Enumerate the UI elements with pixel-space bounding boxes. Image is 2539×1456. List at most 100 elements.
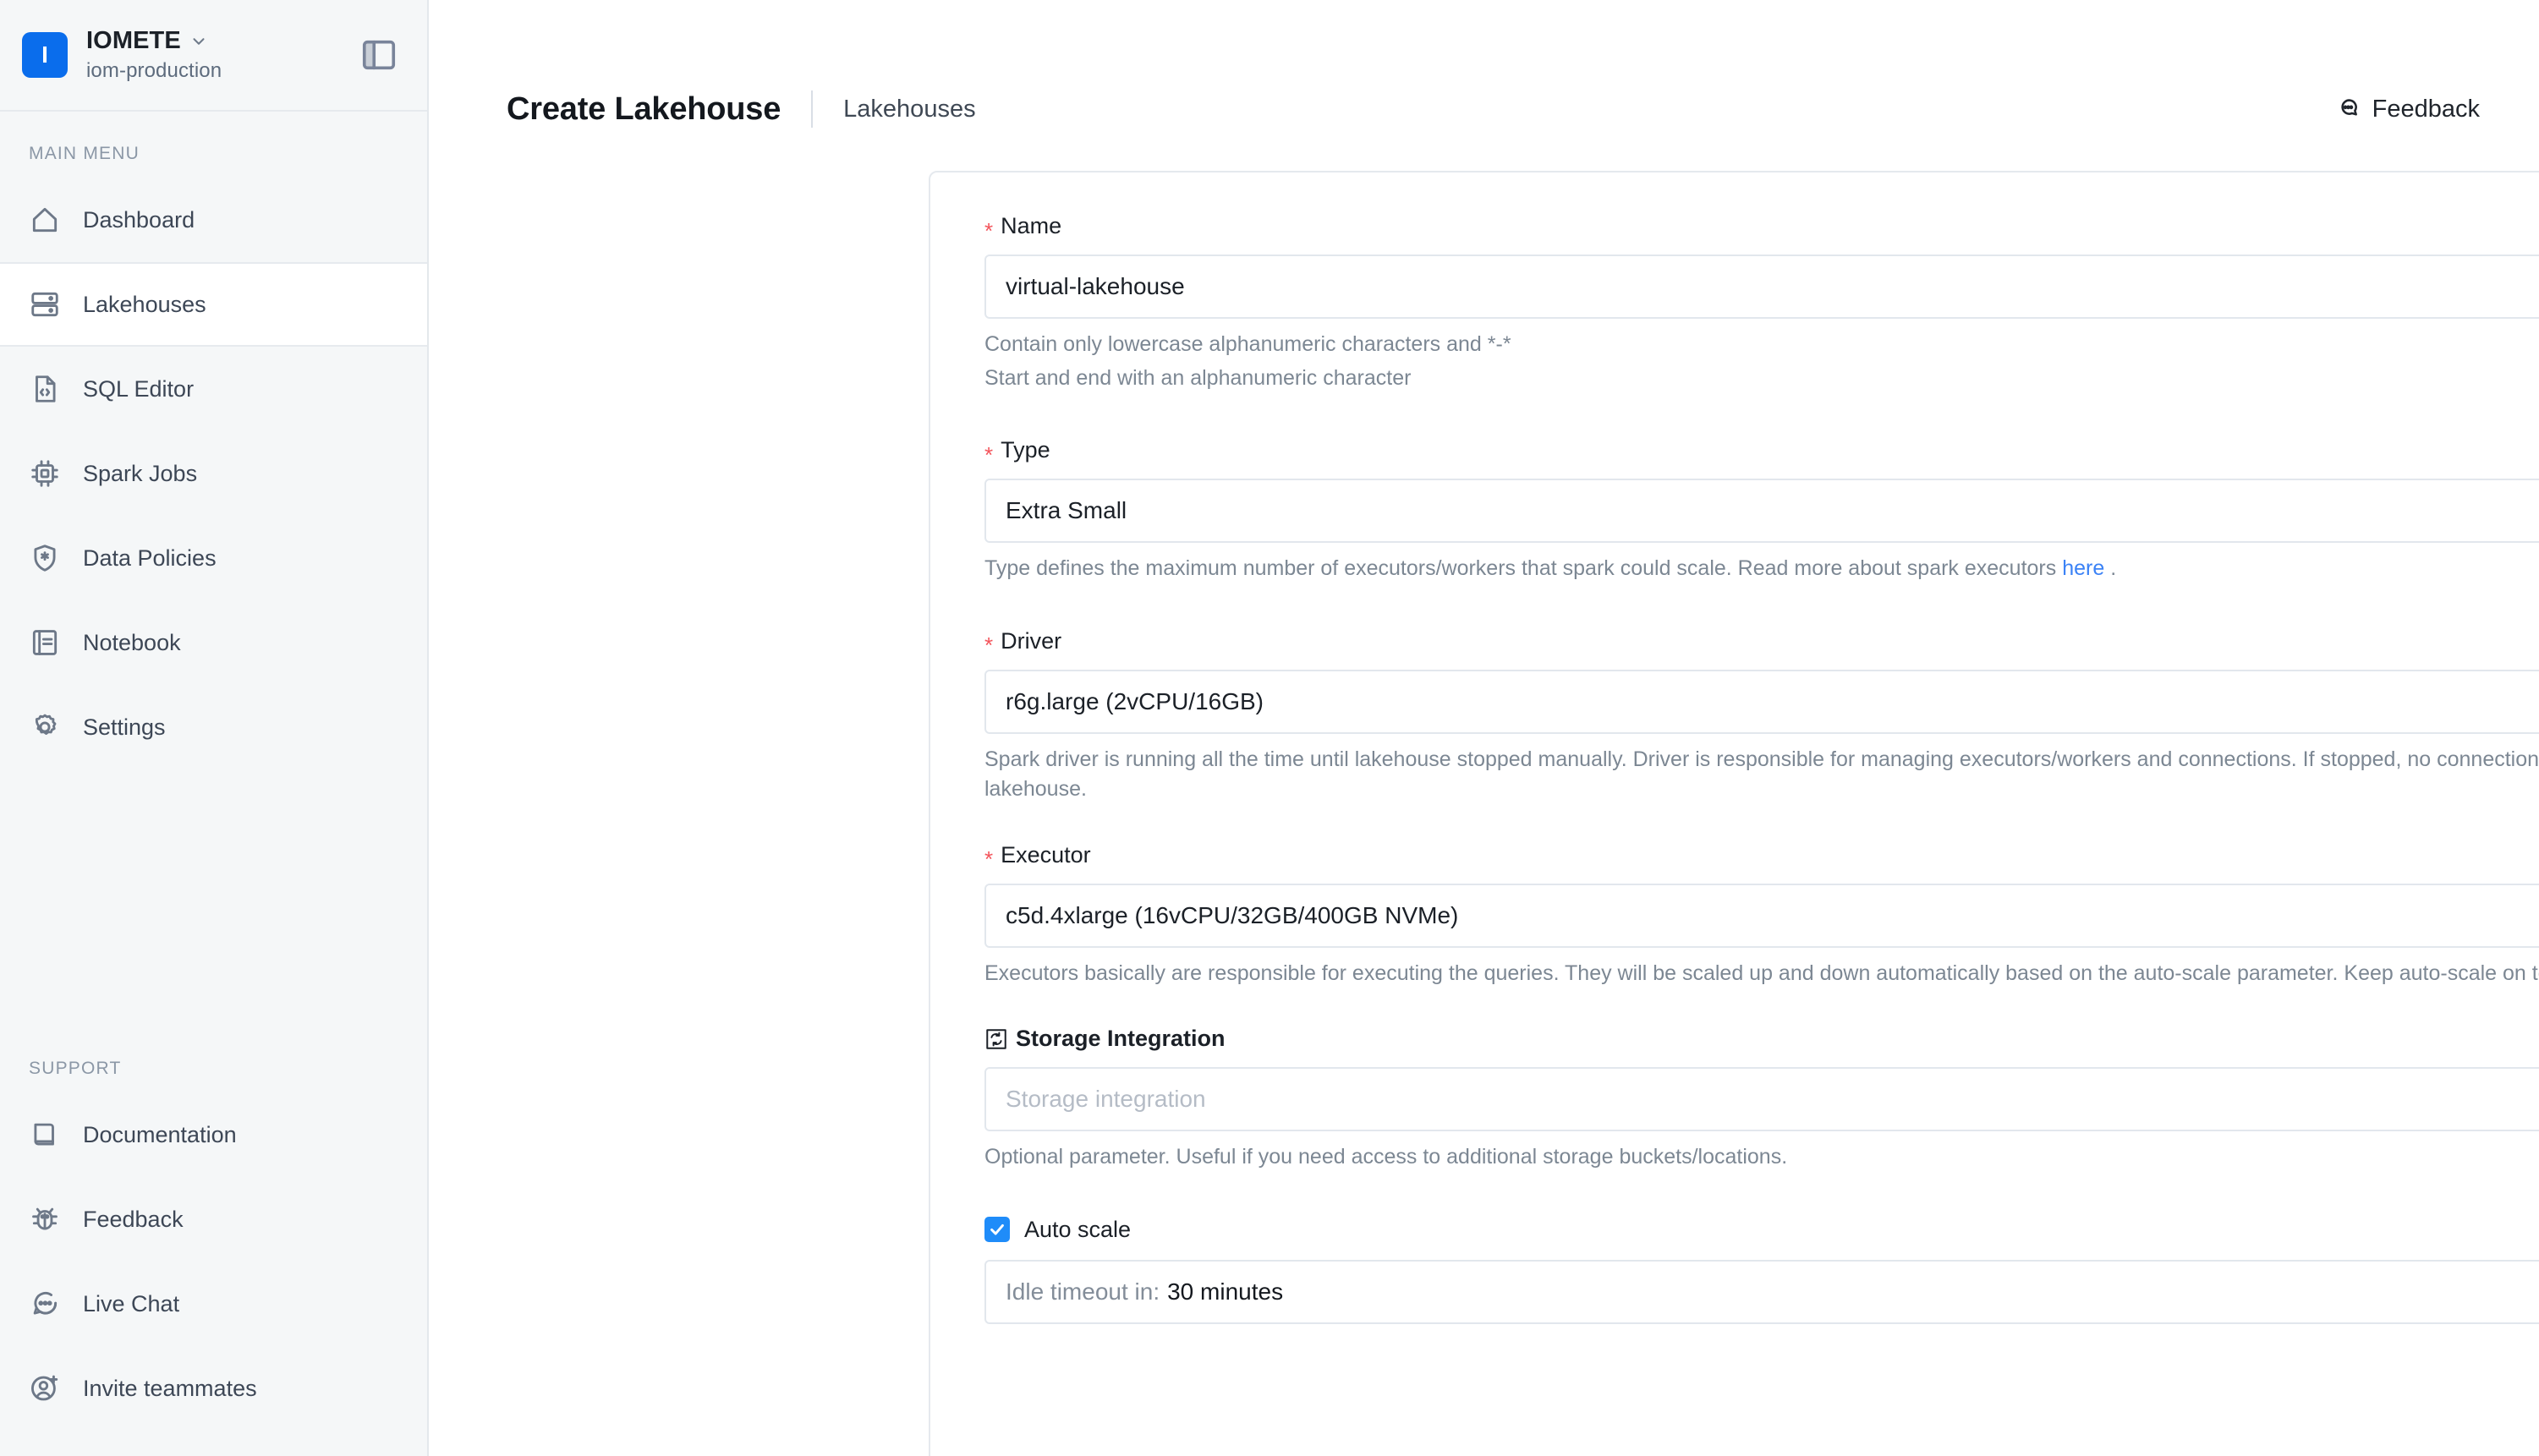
type-hint: Type defines the maximum number of execu… [984, 554, 2539, 584]
name-input-value: virtual-lakehouse [1006, 273, 1185, 299]
sidebar-item-label: Invite teammates [83, 1375, 257, 1401]
shield-star-icon [29, 542, 61, 574]
org-avatar: I [22, 32, 68, 78]
storage-integration-label: Storage Integration [984, 1026, 2539, 1052]
sidebar-item-notebook[interactable]: Notebook [0, 600, 427, 685]
sync-box-icon [984, 1027, 1008, 1051]
field-auto-scale: Auto scale Idle timeout in: 30 minutes [984, 1217, 2539, 1324]
type-select[interactable]: Extra Small [984, 479, 2539, 543]
executor-hint: Executors basically are responsible for … [984, 961, 2539, 985]
gear-icon [29, 711, 61, 743]
required-asterisk: * [984, 441, 994, 468]
home-icon [29, 204, 61, 236]
sidebar-item-data-policies[interactable]: Data Policies [0, 516, 427, 600]
sidebar-item-label: Data Policies [83, 545, 217, 571]
org-header[interactable]: I IOMETE iom-production [0, 0, 427, 112]
header-divider [811, 90, 814, 128]
org-text: IOMETE iom-production [86, 27, 359, 83]
storage-integration-select[interactable]: Storage integration [984, 1067, 2539, 1131]
storage-integration-label-text: Storage Integration [1016, 1026, 1226, 1051]
chat-dots-icon [29, 1288, 61, 1320]
type-hint-before: Type defines the maximum number of execu… [984, 556, 2063, 580]
sidebar: I IOMETE iom-production MAIN MENU Dashbo… [0, 0, 429, 1456]
name-label: * Name [984, 213, 2539, 244]
type-label-text: Type [1001, 437, 1050, 463]
book-icon [29, 1119, 61, 1151]
feedback-label: Feedback [2372, 95, 2480, 123]
executor-select-value: c5d.4xlarge (16vCPU/32GB/400GB NVMe) [1006, 901, 1459, 928]
server-icon [29, 288, 61, 320]
breadcrumb[interactable]: Lakehouses [843, 96, 975, 123]
chip-icon [29, 457, 61, 490]
support-section: SUPPORT Documentation Feedback Live Chat [0, 1026, 427, 1456]
support-title: SUPPORT [29, 1059, 122, 1078]
field-name: * Name virtual-lakehouse Contain only lo… [984, 213, 2539, 393]
sidebar-item-label: Spark Jobs [83, 460, 198, 486]
create-lakehouse-form-card: * Name virtual-lakehouse Contain only lo… [929, 171, 2539, 1456]
executor-label: * Executor [984, 841, 2539, 872]
sidebar-item-label: Notebook [83, 629, 181, 655]
sidebar-item-label: Lakehouses [83, 291, 206, 317]
sidebar-item-documentation[interactable]: Documentation [0, 1092, 427, 1177]
bug-icon [29, 1203, 61, 1235]
sidebar-item-label: Feedback [83, 1206, 184, 1232]
user-plus-icon [29, 1372, 61, 1404]
page-header: Create Lakehouse Lakehouses Feedback [429, 0, 2539, 135]
name-label-text: Name [1001, 213, 1062, 238]
chevron-down-icon [189, 32, 208, 51]
main-content: Create Lakehouse Lakehouses Feedback * N… [429, 0, 2539, 1456]
required-asterisk: * [984, 846, 994, 872]
sidebar-item-dashboard[interactable]: Dashboard [0, 178, 427, 262]
driver-select[interactable]: r6g.large (2vCPU/16GB) [984, 669, 2539, 734]
org-name-row[interactable]: IOMETE [86, 27, 359, 55]
main-menu-title: MAIN MENU [29, 144, 140, 163]
feedback-button[interactable]: Feedback [2335, 96, 2480, 123]
type-hint-after: . [2104, 556, 2117, 580]
sidebar-item-label: Live Chat [83, 1290, 180, 1316]
field-executor: * Executor c5d.4xlarge (16vCPU/32GB/400G… [984, 842, 2539, 989]
field-type: * Type Extra Small Type defines the maxi… [984, 437, 2539, 584]
driver-select-value: r6g.large (2vCPU/16GB) [1006, 687, 1264, 714]
sidebar-item-label: SQL Editor [83, 375, 195, 402]
sidebar-item-lakehouses[interactable]: Lakehouses [0, 262, 427, 347]
executor-select[interactable]: c5d.4xlarge (16vCPU/32GB/400GB NVMe) [984, 883, 2539, 948]
org-name: IOMETE [86, 27, 181, 54]
org-subtitle: iom-production [86, 59, 222, 82]
sidebar-item-sql-editor[interactable]: SQL Editor [0, 347, 427, 431]
auto-scale-label: Auto scale [1024, 1216, 1132, 1242]
name-input[interactable]: virtual-lakehouse [984, 255, 2539, 319]
sidebar-item-label: Settings [83, 714, 166, 740]
required-asterisk: * [984, 632, 994, 658]
field-storage-integration: Storage Integration Storage integration … [984, 1026, 2539, 1173]
spark-executors-link[interactable]: here [2062, 556, 2104, 580]
notebook-icon [29, 627, 61, 659]
auto-scale-row[interactable]: Auto scale [984, 1217, 2539, 1243]
sidebar-item-settings[interactable]: Settings [0, 685, 427, 769]
sidebar-item-label: Documentation [83, 1121, 237, 1147]
name-hint-line1: Contain only lowercase alphanumeric char… [984, 332, 1511, 356]
driver-hint: Spark driver is running all the time unt… [984, 747, 2539, 802]
name-hint-line2: Start and end with an alphanumeric chara… [984, 365, 1412, 390]
sidebar-item-invite-teammates[interactable]: Invite teammates [0, 1346, 427, 1431]
page-title: Create Lakehouse [507, 90, 781, 127]
auto-scale-checkbox[interactable] [984, 1217, 1010, 1242]
storage-integration-placeholder: Storage integration [1006, 1086, 1206, 1112]
idle-timeout-prefix: Idle timeout in: [1006, 1278, 1160, 1305]
storage-integration-hint: Optional parameter. Useful if you need a… [984, 1145, 1788, 1169]
driver-label-text: Driver [1001, 627, 1062, 654]
required-asterisk: * [984, 217, 994, 244]
sidebar-item-feedback[interactable]: Feedback [0, 1177, 427, 1262]
executor-label-text: Executor [1001, 841, 1091, 868]
driver-label: * Driver [984, 627, 2539, 658]
sidebar-item-spark-jobs[interactable]: Spark Jobs [0, 431, 427, 516]
sidebar-toggle-icon[interactable] [359, 36, 398, 74]
sidebar-item-live-chat[interactable]: Live Chat [0, 1262, 427, 1346]
type-label: * Type [984, 437, 2539, 468]
chat-bubble-icon [2335, 96, 2362, 123]
idle-timeout-select[interactable]: Idle timeout in: 30 minutes [984, 1259, 2539, 1324]
